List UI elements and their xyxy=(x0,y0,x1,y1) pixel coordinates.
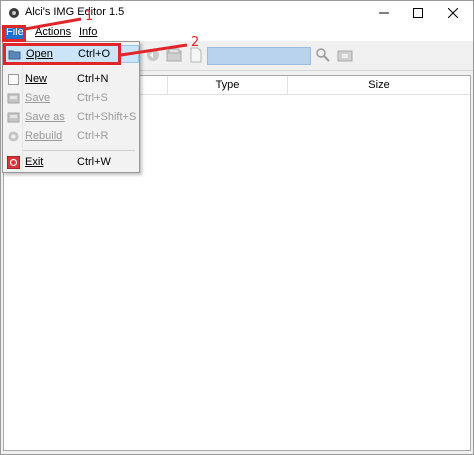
maximize-icon xyxy=(413,8,423,18)
menu-item-rebuild-label: Rebuild xyxy=(25,130,63,142)
search-input[interactable] xyxy=(207,47,311,65)
column-header-type[interactable]: Type xyxy=(168,76,288,95)
menu-separator xyxy=(23,150,135,151)
menu-info[interactable]: Info xyxy=(75,25,101,41)
save-as-icon xyxy=(7,112,20,123)
minimize-button[interactable] xyxy=(367,1,401,25)
document-icon[interactable] xyxy=(188,47,204,63)
menu-item-exit[interactable]: Exit Ctrl+W xyxy=(3,154,139,172)
app-icon xyxy=(9,8,19,18)
window-title: Alci's IMG Editor 1.5 xyxy=(25,6,125,18)
menu-item-new-label: New xyxy=(25,73,48,85)
menu-item-save-label: Save xyxy=(25,92,51,104)
exit-icon xyxy=(7,156,20,169)
menu-item-new[interactable]: New Ctrl+N xyxy=(3,71,139,89)
rebuild-gear-icon xyxy=(8,131,19,142)
menu-item-rebuild-shortcut: Ctrl+R xyxy=(77,130,109,142)
column-header-size[interactable]: Size xyxy=(288,76,470,95)
close-button[interactable] xyxy=(436,1,470,25)
import-icon[interactable] xyxy=(166,47,182,63)
folder-open-icon xyxy=(8,50,21,60)
menu-file-label: File xyxy=(6,26,24,38)
file-dropdown-menu: Open Ctrl+O New Ctrl+N Save Ctrl+S Save … xyxy=(2,41,140,173)
menu-file[interactable]: File xyxy=(2,25,24,41)
menu-bar: File Actions Info xyxy=(1,25,473,41)
menu-item-save-as-label: Save as xyxy=(25,111,65,123)
menu-info-label: Info xyxy=(79,26,98,38)
menu-item-open-label: Open xyxy=(26,48,53,60)
save-icon xyxy=(7,93,20,104)
title-bar: Alci's IMG Editor 1.5 xyxy=(1,1,473,25)
menu-item-exit-shortcut: Ctrl+W xyxy=(77,156,111,168)
menu-item-rebuild[interactable]: Rebuild Ctrl+R xyxy=(3,128,139,146)
new-file-icon xyxy=(8,74,19,85)
menu-item-open-shortcut: Ctrl+O xyxy=(78,48,111,60)
menu-item-open[interactable]: Open Ctrl+O xyxy=(3,45,139,63)
search-icon[interactable] xyxy=(315,47,331,63)
minimize-icon xyxy=(379,12,389,14)
maximize-button[interactable] xyxy=(401,1,435,25)
refresh-icon[interactable] xyxy=(145,47,161,63)
menu-item-save[interactable]: Save Ctrl+S xyxy=(3,90,139,108)
menu-actions[interactable]: Actions xyxy=(31,25,75,41)
export-icon[interactable] xyxy=(337,47,353,63)
menu-item-save-shortcut: Ctrl+S xyxy=(77,92,108,104)
close-icon xyxy=(448,8,458,18)
menu-item-exit-label: Exit xyxy=(25,156,44,168)
menu-item-new-shortcut: Ctrl+N xyxy=(77,73,109,85)
app-window: Alci's IMG Editor 1.5 File Actions Info xyxy=(0,0,474,455)
menu-item-save-as-shortcut: Ctrl+Shift+S xyxy=(77,111,137,123)
menu-item-save-as[interactable]: Save as Ctrl+Shift+S xyxy=(3,109,139,127)
menu-actions-label: Actions xyxy=(35,26,72,38)
